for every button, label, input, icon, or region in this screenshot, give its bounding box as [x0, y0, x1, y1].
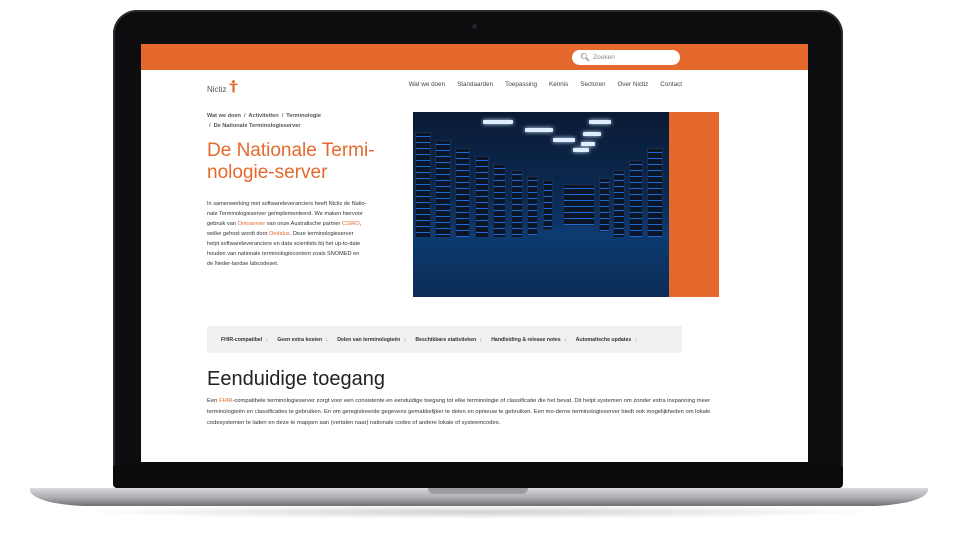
arrow-down-icon: ↓	[634, 336, 638, 343]
hero-accent-block	[669, 112, 719, 297]
nav-item-standaarden[interactable]: Standaarden	[457, 81, 493, 88]
section-paragraph: Een FHIR-compatibele terminologieserver …	[207, 396, 747, 429]
page-title-line: De Nationale Termi-	[207, 140, 375, 161]
logo-text: Nictiz	[207, 84, 227, 94]
feature-link-statistieken[interactable]: Beschikbare statistieken ↓	[415, 337, 482, 343]
section-text: -compatibele terminologieserver zorgt vo…	[207, 398, 711, 426]
arrow-down-icon: ↓	[479, 336, 483, 343]
arrow-down-icon: ↓	[403, 336, 407, 343]
feature-link-fhir[interactable]: FHIR-compatibel ↓	[221, 337, 268, 343]
intro-paragraph: In samenwerking met softwareleveranciers…	[207, 199, 367, 269]
nav-item-contact[interactable]: Contact	[660, 81, 682, 88]
feature-link-handleiding[interactable]: Handleiding & release notes ↓	[491, 337, 566, 343]
nav-item-wat-we-doen[interactable]: Wat we doen	[409, 81, 446, 88]
feature-anchor-bar: FHIR-compatibel ↓ Geen extra kosten ↓ Dele…	[207, 326, 682, 353]
breadcrumb-item[interactable]: Activiteiten	[249, 113, 279, 119]
page-title-line: nologie-server	[207, 162, 328, 183]
hero-image	[413, 112, 719, 297]
csiro-link[interactable]: CSIRO	[342, 221, 360, 227]
nav-item-toepassing[interactable]: Toepassing	[505, 81, 537, 88]
section-text: Een	[207, 398, 219, 404]
nav-item-sectoren[interactable]: Sectoren	[580, 81, 605, 88]
section-heading: Eenduidige toegang	[207, 368, 385, 390]
search-icon: 🔍︎	[580, 53, 591, 62]
laptop-shadow	[70, 505, 888, 519]
ontoserver-link[interactable]: Ontoserver	[237, 221, 265, 227]
site-logo[interactable]: Nictiz	[207, 80, 238, 98]
breadcrumb: Wat we doen / Activiteiten / Terminologie / D…	[207, 113, 321, 129]
arrow-down-icon: ↓	[563, 336, 567, 343]
nictiz-figure-icon	[229, 80, 238, 98]
laptop-screen: 🔍︎ Zoeken Nictiz Wat we doen Standaarden…	[141, 44, 808, 462]
laptop-chin	[113, 466, 843, 488]
intro-text: van onze Australische partner	[265, 221, 342, 227]
fhir-link[interactable]: FHIR	[219, 398, 233, 404]
feature-link-updates[interactable]: Automatische updates ↓	[576, 337, 638, 343]
search-placeholder: Zoeken	[593, 54, 615, 61]
camera-icon	[472, 24, 477, 29]
breadcrumb-item[interactable]: Wat we doen	[207, 113, 241, 119]
main-nav: Wat we doen Standaarden Toepassing Kenni…	[409, 81, 682, 88]
breadcrumb-item[interactable]: Terminologie	[286, 113, 321, 119]
feature-link-delen[interactable]: Delen van terminologieën ↓	[337, 337, 406, 343]
arrow-down-icon: ↓	[325, 336, 329, 343]
breadcrumb-current: De Nationale Terminologieserver	[213, 123, 301, 129]
top-bar: 🔍︎ Zoeken	[141, 44, 808, 70]
feature-link-kosten[interactable]: Geen extra kosten ↓	[277, 337, 328, 343]
arrow-down-icon: ↓	[265, 336, 269, 343]
page-title: De Nationale Termi- nologie-server	[207, 140, 397, 184]
server-room-photo	[413, 112, 669, 297]
dedalus-link[interactable]: Dedalus	[269, 231, 290, 237]
search-input[interactable]: 🔍︎ Zoeken	[572, 50, 680, 65]
nav-item-kennis[interactable]: Kennis	[549, 81, 568, 88]
laptop-notch	[428, 488, 528, 494]
nav-item-over-nictiz[interactable]: Over Nictiz	[618, 81, 649, 88]
